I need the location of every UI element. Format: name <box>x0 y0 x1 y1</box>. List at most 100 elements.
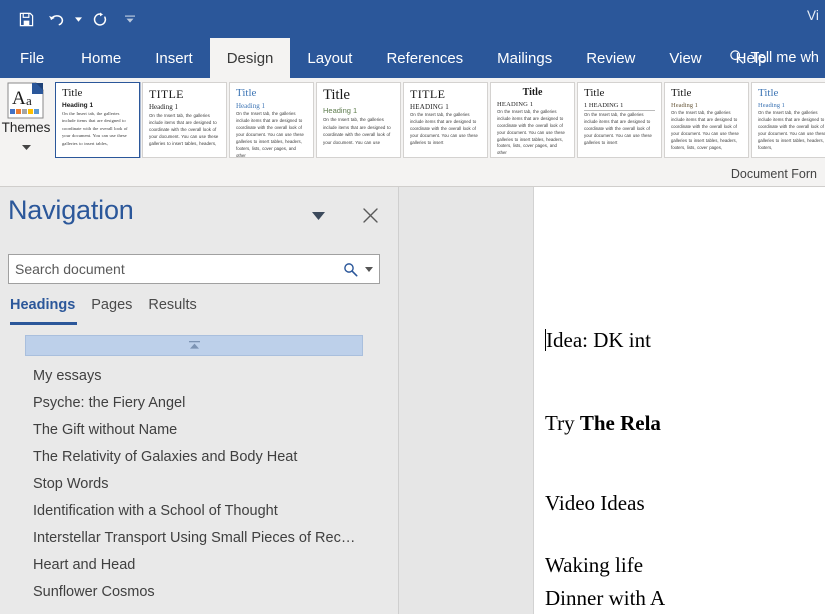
thumbnail-heading: HEADING 1 <box>410 102 449 111</box>
svg-text:A: A <box>12 88 26 109</box>
navigation-pane: Navigation Headings <box>0 187 399 614</box>
tab-headings[interactable]: Headings <box>8 297 88 325</box>
thumbnail-body: On the Insert tab, the galleries include… <box>62 111 128 146</box>
document-line[interactable]: Video Ideas <box>545 489 645 517</box>
list-item[interactable]: My essays <box>0 363 399 390</box>
list-item[interactable]: Identification with a School of Thought <box>0 498 399 525</box>
thumbnail-heading: Heading 1 <box>149 102 178 111</box>
document-page[interactable] <box>533 187 825 614</box>
style-thumbnail[interactable]: Title HEADING 1 On the Insert tab, the g… <box>490 82 575 158</box>
thumbnail-heading: Heading 1 <box>62 101 94 109</box>
style-thumbnail[interactable]: Title Heading 1 On the Insert tab, the g… <box>751 82 825 158</box>
headings-drop-indicator[interactable] <box>25 335 363 356</box>
save-icon[interactable] <box>12 5 40 33</box>
chevron-down-icon[interactable] <box>21 137 31 155</box>
list-item[interactable]: Stop Words <box>0 471 399 498</box>
thumbnail-title: Title <box>758 87 779 99</box>
navigation-pane-header: Navigation <box>0 193 399 235</box>
thumbnail-body: On the Insert tab, the galleries include… <box>410 112 478 145</box>
thumbnail-heading: Heading 1 <box>671 101 698 109</box>
thumbnail-body: On the Insert tab, the galleries include… <box>323 117 391 145</box>
thumbnail-body: On the Insert tab, the galleries include… <box>758 110 825 150</box>
ribbon-group-label-strip: Document Forn <box>0 164 825 187</box>
thumbnail-title: TITLE <box>410 87 446 101</box>
thumbnail-body: On the Insert tab, the galleries include… <box>584 112 652 145</box>
document-line[interactable]: Dinner with A <box>545 584 665 612</box>
navigation-pane-title: Navigation <box>8 195 134 225</box>
thumbnail-heading: Heading 1 <box>323 105 358 115</box>
list-item[interactable]: Heart and Head <box>0 552 399 579</box>
style-thumbnail[interactable]: Title 1 HEADING 1 On the Insert tab, the… <box>577 82 662 158</box>
style-thumbnail[interactable]: Title Heading 1 On the Insert tab, the g… <box>316 82 401 158</box>
document-line[interactable]: Waking life <box>545 551 643 579</box>
style-thumbnail[interactable]: TITLE HEADING 1 On the Insert tab, the g… <box>403 82 488 158</box>
thumbnail-title: Title <box>236 87 257 99</box>
list-item[interactable]: Psyche: the Fiery Angel <box>0 390 399 417</box>
style-thumbnail[interactable]: Title Heading 1 On the Insert tab, the g… <box>55 82 141 158</box>
thumbnail-heading: 1 HEADING 1 <box>584 102 655 111</box>
tab-home[interactable]: Home <box>64 38 138 78</box>
tab-results[interactable]: Results <box>145 297 209 325</box>
thumbnail-title: Title <box>584 87 605 99</box>
ribbon-tab-bar: File Home Insert Design Layout Reference… <box>0 38 825 78</box>
tab-insert[interactable]: Insert <box>138 38 210 78</box>
style-thumbnail[interactable]: Title Heading 1 On the Insert tab, the g… <box>229 82 314 158</box>
undo-icon[interactable] <box>42 5 70 33</box>
undo-dropdown-icon[interactable] <box>72 5 84 33</box>
close-icon[interactable] <box>357 203 383 227</box>
thumbnail-body: On the Insert tab, the galleries include… <box>236 111 304 158</box>
redo-icon[interactable] <box>86 5 114 33</box>
list-item[interactable]: Interstellar Transport Using Small Piece… <box>0 525 399 552</box>
style-thumbnail[interactable]: Title Heading 1 On the Insert tab, the g… <box>664 82 749 158</box>
list-item[interactable]: The Gift without Name <box>0 417 399 444</box>
themes-icon: A a <box>6 82 46 120</box>
navigation-pane-options-icon[interactable] <box>306 206 330 226</box>
thumbnail-title: TITLE <box>149 87 184 101</box>
quick-access-toolbar <box>12 0 136 38</box>
style-set-gallery[interactable]: Title Heading 1 On the Insert tab, the g… <box>55 82 825 158</box>
list-item[interactable]: Sunflower Cosmos <box>0 579 399 606</box>
document-formatting-group-label: Document Forn <box>730 167 817 181</box>
tab-view[interactable]: View <box>652 38 718 78</box>
document-area: Idea: DK int Try The Rela Video Ideas Wa… <box>400 187 825 614</box>
tab-references[interactable]: References <box>369 38 480 78</box>
search-input[interactable] <box>9 256 338 282</box>
search-document-box[interactable] <box>8 254 380 284</box>
themes-label: Themes <box>1 120 51 135</box>
list-item[interactable]: The Relativity of Galaxies and Body Heat <box>0 444 399 471</box>
customize-qat-icon[interactable] <box>124 5 136 33</box>
ribbon-tabs: File Home Insert Design Layout Reference… <box>0 38 784 78</box>
thumbnail-heading: Heading 1 <box>236 101 265 110</box>
tab-file[interactable]: File <box>0 38 64 78</box>
thumbnail-heading: Heading 1 <box>758 101 785 109</box>
document-line-text: Waking life <box>545 553 644 577</box>
collapse-marker-icon <box>188 337 200 355</box>
style-thumbnail[interactable]: TITLE Heading 1 On the Insert tab, the g… <box>142 82 227 158</box>
thumbnail-title: Title <box>323 87 350 103</box>
navigation-tabs: Headings Pages Results <box>8 297 388 325</box>
tell-me-label: Tell me wh <box>750 50 820 66</box>
search-options-chevron-icon[interactable] <box>362 256 379 282</box>
themes-button[interactable]: A a Themes <box>0 78 52 164</box>
document-line-text: Dinner with A <box>545 586 666 610</box>
thumbnail-title: Title <box>62 87 83 99</box>
tab-mailings[interactable]: Mailings <box>480 38 569 78</box>
tab-layout[interactable]: Layout <box>290 38 369 78</box>
document-line[interactable]: Idea: DK int <box>545 326 651 354</box>
window-title: Vi <box>807 8 819 23</box>
thumbnail-heading: HEADING 1 <box>497 100 534 108</box>
tab-design[interactable]: Design <box>209 38 291 78</box>
thumbnail-body: On the Insert tab, the galleries include… <box>671 110 739 150</box>
search-icon[interactable] <box>338 256 362 282</box>
thumbnail-title: Title <box>671 87 692 99</box>
document-line-bold: The Rela <box>579 411 661 435</box>
tab-pages[interactable]: Pages <box>88 297 145 325</box>
headings-list[interactable]: My essays Psyche: the Fiery Angel The Gi… <box>0 363 399 608</box>
tell-me-search[interactable]: Tell me wh <box>729 38 822 78</box>
thumbnail-body: On the Insert tab, the galleries include… <box>497 109 565 156</box>
thumbnail-title: Title <box>522 87 543 98</box>
tab-review[interactable]: Review <box>569 38 652 78</box>
document-line-text: Video Ideas <box>545 491 645 515</box>
ribbon-body: A a Themes Title Heading 1 On the Insert… <box>0 78 825 165</box>
document-line[interactable]: Try The Rela <box>545 409 661 437</box>
